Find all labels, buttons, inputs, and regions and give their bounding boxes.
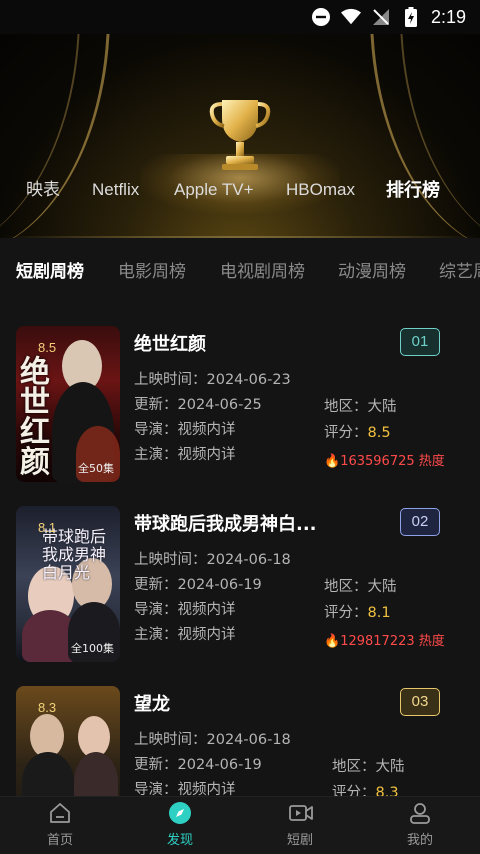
nav-home[interactable]: 首页	[0, 797, 120, 854]
rank-badge: 01	[400, 328, 440, 356]
rank-tab-bar: 短剧周榜 电影周榜 电视剧周榜 动漫周榜 综艺周	[0, 248, 480, 296]
director: 导演：视频内详	[134, 422, 236, 438]
nav-label: 我的	[406, 833, 433, 848]
nav-discover[interactable]: 发现	[120, 797, 240, 854]
hero-tab-netflix[interactable]: Netflix	[92, 170, 139, 210]
ranking-list: 绝世红颜 8.5 全50集 绝世红颜 上映时间：2024-06-23 更新：20…	[0, 326, 480, 796]
poster-image[interactable]: 绝世红颜 8.5 全50集	[16, 326, 120, 482]
tab-movie-weekly[interactable]: 电影周榜	[118, 248, 186, 296]
poster-rating: 8.5	[38, 340, 57, 355]
poster-rating: 8.3	[38, 700, 57, 715]
score: 评分：8.5	[324, 421, 391, 442]
wifi-icon	[340, 7, 361, 27]
compass-icon	[168, 801, 192, 825]
status-bar: 2:19	[0, 0, 480, 34]
heat-value: 163596725 热度	[340, 454, 445, 469]
item-title[interactable]: 绝世红颜	[134, 330, 206, 356]
score-label: 评分：	[332, 785, 376, 796]
video-icon	[288, 801, 313, 825]
release-date: 上映时间：2024-06-18	[134, 552, 291, 568]
hero-tab-hbomax[interactable]: HBOmax	[286, 170, 355, 210]
score-value: 8.1	[367, 605, 391, 621]
heat-count: 🔥163596725 热度	[324, 450, 445, 469]
score-value: 8.5	[367, 425, 391, 441]
director: 导演：视频内详	[134, 782, 236, 796]
poster-image[interactable]: 8.3	[16, 686, 120, 796]
update-date: 更新：2024-06-19	[134, 757, 262, 773]
poster-title: 绝世红颜	[20, 355, 50, 480]
nav-short-drama[interactable]: 短剧	[240, 797, 360, 854]
region: 地区：大陆	[332, 759, 405, 775]
episode-count: 全50集	[78, 462, 114, 475]
hero-banner: 映表 Netflix Apple TV+ HBOmax 排行榜	[0, 34, 480, 238]
score-label: 评分：	[324, 605, 368, 621]
clock-time: 2:19	[430, 6, 466, 27]
bottom-navigation: 首页 发现 短剧 我的	[0, 796, 480, 854]
poster-figure	[74, 752, 118, 796]
rank-badge: 02	[400, 508, 440, 536]
episode-count: 全100集	[71, 642, 114, 655]
do-not-disturb-icon	[311, 7, 331, 27]
release-date: 上映时间：2024-06-18	[134, 732, 291, 748]
nav-profile[interactable]: 我的	[360, 797, 480, 854]
nav-label: 首页	[46, 833, 73, 848]
region: 地区：大陆	[324, 579, 397, 595]
score-value: 8.3	[375, 785, 399, 796]
poster-rating: 8.1	[38, 520, 57, 535]
director: 导演：视频内详	[134, 602, 236, 618]
no-signal-icon	[371, 7, 391, 27]
score: 评分：8.1	[324, 601, 391, 622]
poster-image[interactable]: 带球跑后我成男神白月光 8.1 全100集	[16, 506, 120, 662]
cast: 主演：视频内详	[134, 447, 236, 463]
update-date: 更新：2024-06-25	[134, 397, 262, 413]
tab-variety-weekly[interactable]: 综艺周	[439, 248, 480, 296]
home-icon	[48, 801, 72, 825]
list-item[interactable]: 绝世红颜 8.5 全50集 绝世红颜 上映时间：2024-06-23 更新：20…	[0, 326, 480, 486]
divider	[0, 236, 480, 238]
item-title[interactable]: 望龙	[134, 690, 170, 716]
item-title[interactable]: 带球跑后我成男神白...	[134, 510, 317, 536]
release-date: 上映时间：2024-06-23	[134, 372, 291, 388]
poster-title: 带球跑后我成男神白月光	[42, 527, 107, 582]
trophy-icon	[208, 96, 272, 178]
hero-tab-yingbiao[interactable]: 映表	[26, 170, 60, 210]
heat-value: 129817223 热度	[340, 634, 445, 649]
hero-tab-apple-tv[interactable]: Apple TV+	[174, 170, 254, 210]
score: 评分：8.3	[332, 781, 399, 796]
hero-tab-bar: 映表 Netflix Apple TV+ HBOmax 排行榜	[0, 170, 480, 210]
region: 地区：大陆	[324, 399, 397, 415]
update-date: 更新：2024-06-19	[134, 577, 262, 593]
rank-badge: 03	[400, 688, 440, 716]
fire-icon: 🔥	[324, 454, 341, 469]
heat-count: 🔥129817223 热度	[324, 630, 445, 649]
cast: 主演：视频内详	[134, 627, 236, 643]
poster-figure	[22, 752, 74, 796]
hero-tab-ranking[interactable]: 排行榜	[386, 170, 440, 210]
list-item[interactable]: 8.3 望龙 上映时间：2024-06-18 更新：2024-06-19 导演：…	[0, 686, 480, 796]
list-item[interactable]: 带球跑后我成男神白月光 8.1 全100集 带球跑后我成男神白... 上映时间：…	[0, 506, 480, 666]
score-label: 评分：	[324, 425, 368, 441]
nav-label: 发现	[166, 833, 193, 848]
tab-anime-weekly[interactable]: 动漫周榜	[338, 248, 406, 296]
profile-icon	[408, 801, 432, 825]
fire-icon: 🔥	[324, 634, 341, 649]
nav-label: 短剧	[286, 833, 313, 848]
tab-tv-weekly[interactable]: 电视剧周榜	[220, 248, 305, 296]
tab-short-drama-weekly[interactable]: 短剧周榜	[16, 248, 84, 296]
battery-charging-icon	[401, 7, 421, 27]
